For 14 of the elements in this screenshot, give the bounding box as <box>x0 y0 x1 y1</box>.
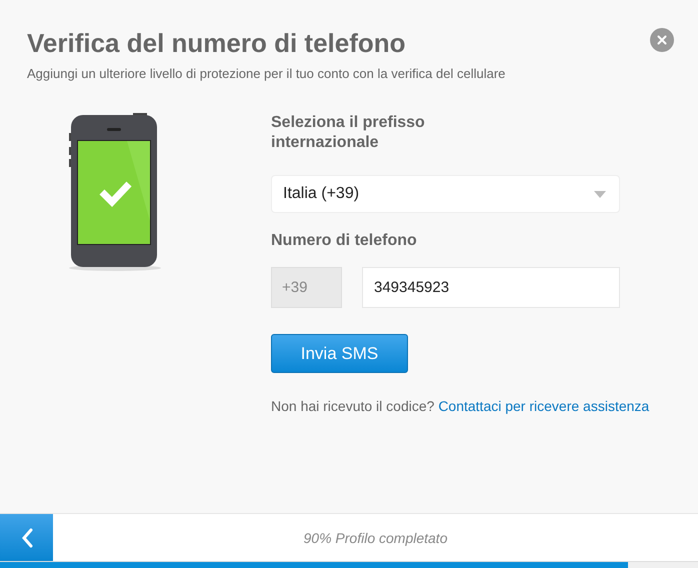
phone-input-field[interactable]: 349345923 <box>362 267 620 308</box>
close-icon[interactable] <box>650 28 674 52</box>
chevron-left-icon <box>20 528 32 548</box>
caret-icon <box>594 190 606 198</box>
dialog-subtitle: Aggiungi un ulteriore livello di protezione per il tuo conto con la verifica del cellulare <box>27 66 506 81</box>
progress-text: 90% Profilo completato <box>304 530 448 546</box>
dialog-title: Verifica del numero di telefono <box>27 27 406 60</box>
contact-link[interactable]: Contattaci per ricevere assistenza <box>438 398 650 414</box>
field-label: Numero di telefono <box>271 231 418 251</box>
back-button[interactable] <box>0 514 53 561</box>
help-text: Non hai ricevuto il codice? Contattaci per ricevere assistenza <box>271 398 650 414</box>
field-label: Seleziona il prefisso internazionale <box>271 113 426 153</box>
prefix-field: +39 <box>271 267 342 308</box>
country-select[interactable]: Italia (+39) <box>271 175 620 213</box>
